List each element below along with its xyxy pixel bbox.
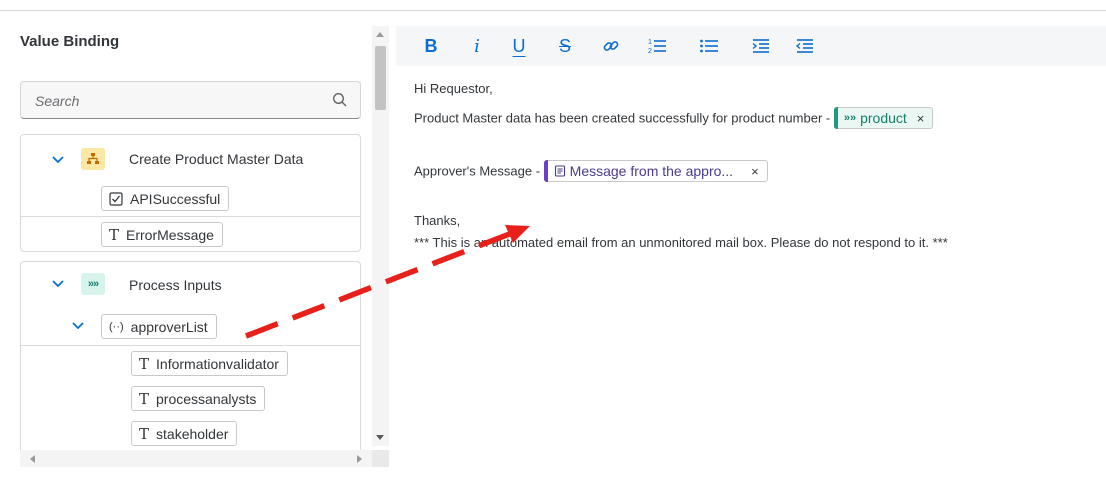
binding-item-apisuccessful[interactable]: APISuccessful xyxy=(101,186,230,211)
text-type-icon: T xyxy=(109,225,120,244)
greeting-line: Hi Requestor, xyxy=(414,81,493,96)
approver-line-text: Approver's Message - xyxy=(414,163,544,179)
outdent-button[interactable] xyxy=(792,34,818,58)
item-label: stakeholder xyxy=(156,425,229,442)
token-label: product xyxy=(860,110,907,126)
checkbox-icon xyxy=(109,191,123,206)
strikethrough-button[interactable]: S xyxy=(552,34,578,58)
unordered-list-icon xyxy=(700,39,718,53)
search-input[interactable]: Search xyxy=(20,81,361,119)
token-bar xyxy=(543,160,548,182)
link-button[interactable] xyxy=(598,34,624,58)
footer-line: *** This is an automated email from an u… xyxy=(414,235,948,250)
item-label: processanalysts xyxy=(156,390,257,407)
binding-item-processanalysts[interactable]: T processanalysts xyxy=(131,386,266,411)
chevron-down-icon[interactable] xyxy=(71,321,85,331)
email-body-editor[interactable]: Hi Requestor, Product Master data has be… xyxy=(396,66,1106,466)
binding-item-approverlist[interactable]: (··) approverList xyxy=(101,314,217,339)
product-token[interactable]: »» product × xyxy=(833,107,934,129)
scroll-left-icon[interactable] xyxy=(30,455,35,463)
outdent-icon xyxy=(795,39,813,53)
ordered-list-button[interactable]: 1 2 xyxy=(644,34,670,58)
row-divider xyxy=(21,216,360,217)
group-label: Process Inputs xyxy=(129,277,222,293)
thanks-line: Thanks, xyxy=(414,213,461,228)
close-icon[interactable]: × xyxy=(751,164,759,179)
item-label: Informationvalidator xyxy=(156,355,279,372)
scroll-down-icon[interactable] xyxy=(376,435,384,440)
scrollbar-corner xyxy=(372,450,389,467)
token-label: Message from the appro... xyxy=(569,163,734,179)
close-icon[interactable]: × xyxy=(917,111,925,126)
underline-icon: U xyxy=(512,35,526,56)
indent-icon xyxy=(752,39,769,53)
bold-button[interactable]: B xyxy=(418,34,444,58)
panel-title: Value Binding xyxy=(20,33,120,50)
group-label: Create Product Master Data xyxy=(129,151,304,167)
strikethrough-icon: S xyxy=(558,35,571,56)
product-line: Product Master data has been created suc… xyxy=(414,107,934,130)
group-process-inputs: »» Process Inputs (··) approverList T In… xyxy=(20,261,361,461)
document-icon xyxy=(554,165,565,177)
text-type-icon: T xyxy=(139,389,150,408)
link-icon xyxy=(603,41,619,51)
value-binding-panel: Value Binding Search Create Product Mast… xyxy=(0,0,396,467)
text-type-icon: T xyxy=(139,424,150,443)
item-label: APISuccessful xyxy=(130,190,221,207)
approver-line: Approver's Message - Message from the ap… xyxy=(414,160,768,183)
process-inputs-icon: »» xyxy=(843,112,857,124)
svg-text:1: 1 xyxy=(648,39,652,46)
process-inputs-icon: »» xyxy=(81,273,105,295)
scrollbar-thumb[interactable] xyxy=(375,46,386,110)
unordered-list-button[interactable] xyxy=(696,34,722,58)
bold-icon: B xyxy=(424,35,438,56)
hierarchy-icon xyxy=(81,148,105,170)
structure-type-icon: (··) xyxy=(109,320,124,333)
ordered-list-icon: 1 2 xyxy=(648,39,666,55)
text-type-icon: T xyxy=(139,354,150,373)
rich-text-toolbar: B i U S 1 2 xyxy=(396,26,1106,66)
vertical-scrollbar[interactable] xyxy=(372,26,389,446)
underline-button[interactable]: U xyxy=(506,34,532,58)
indent-button[interactable] xyxy=(748,34,774,58)
row-divider xyxy=(21,345,360,346)
svg-text:2: 2 xyxy=(648,48,652,55)
italic-button[interactable]: i xyxy=(464,34,490,58)
horizontal-scrollbar[interactable] xyxy=(20,450,372,467)
italic-icon: i xyxy=(474,35,480,57)
chevron-down-icon[interactable] xyxy=(51,279,65,289)
scroll-up-icon[interactable] xyxy=(376,32,384,37)
binding-item-informationvalidator[interactable]: T Informationvalidator xyxy=(131,351,288,376)
item-label: ErrorMessage xyxy=(126,226,214,243)
binding-item-stakeholder[interactable]: T stakeholder xyxy=(131,421,238,446)
search-icon[interactable] xyxy=(332,92,348,108)
scroll-right-icon[interactable] xyxy=(357,455,362,463)
binding-item-errormessage[interactable]: T ErrorMessage xyxy=(101,222,223,247)
search-placeholder: Search xyxy=(35,93,80,109)
chevron-down-icon[interactable] xyxy=(51,155,65,165)
token-bar xyxy=(833,107,838,129)
product-line-text: Product Master data has been created suc… xyxy=(414,110,834,126)
message-token[interactable]: Message from the appro... × xyxy=(543,160,768,182)
group-create-product-master-data: Create Product Master Data APISuccessful… xyxy=(20,134,361,252)
item-label: approverList xyxy=(130,318,208,335)
